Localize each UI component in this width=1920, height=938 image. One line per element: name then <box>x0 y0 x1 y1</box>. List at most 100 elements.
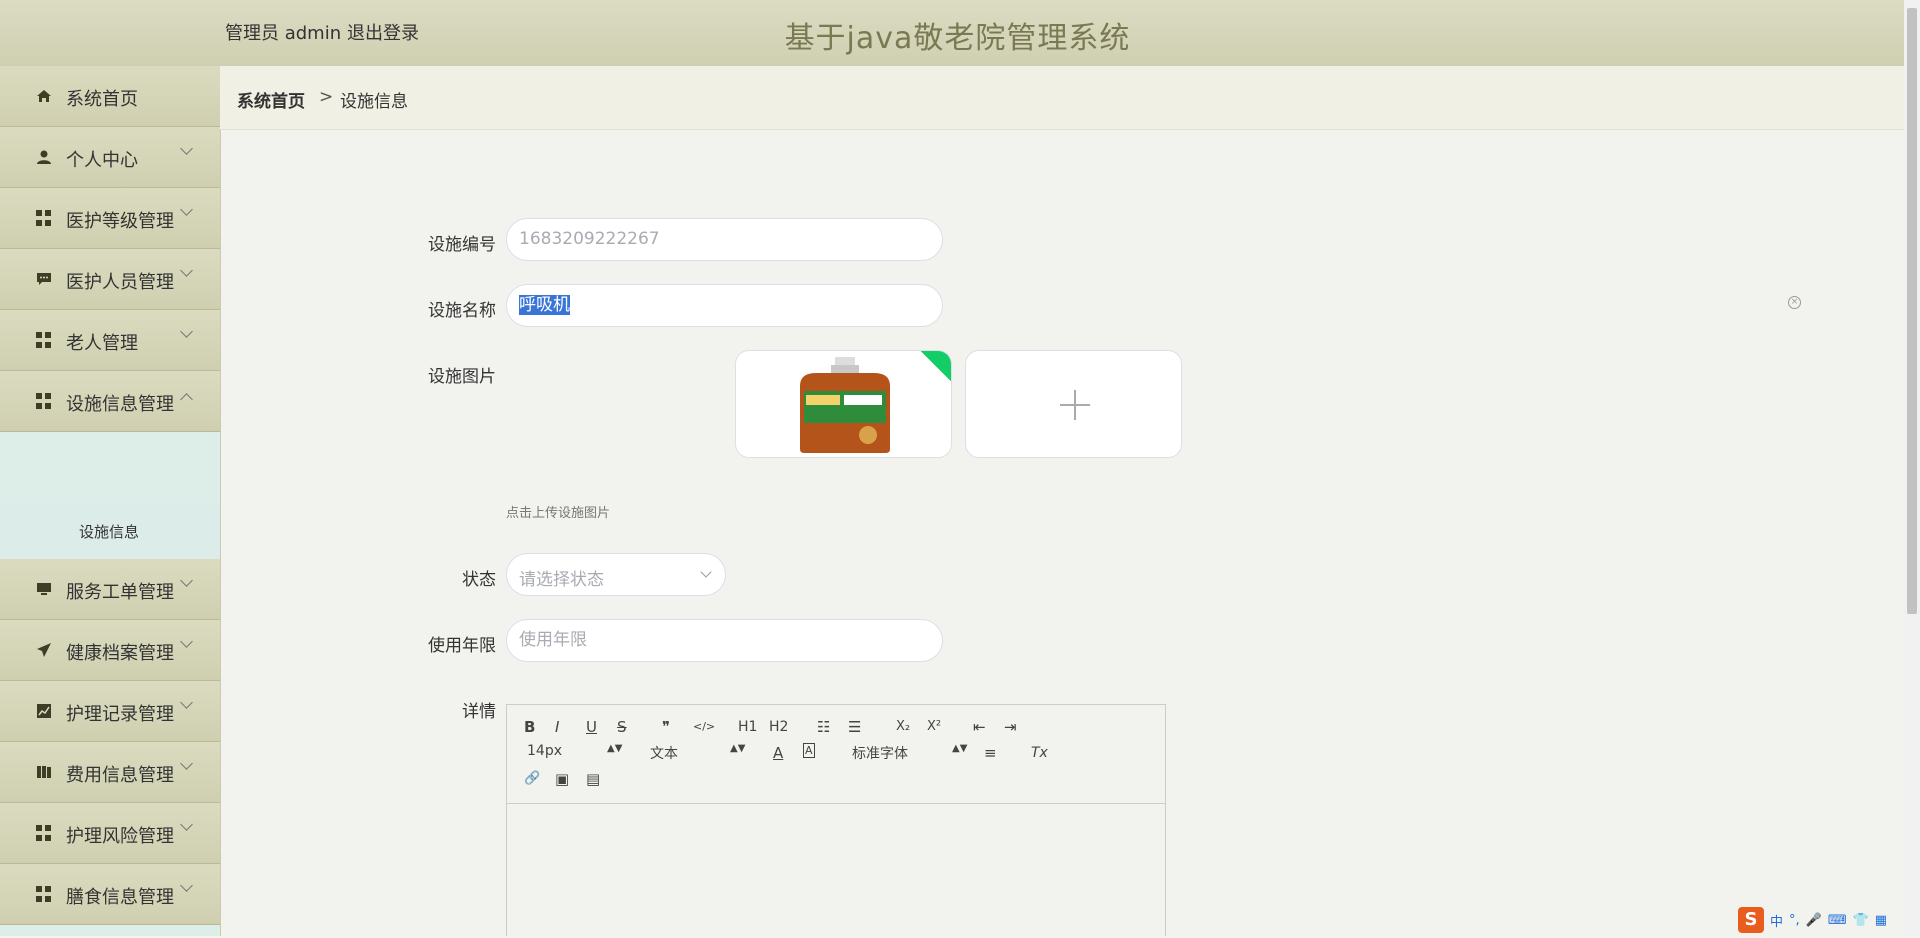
outdent-button[interactable]: ⇤ <box>973 717 986 737</box>
sidebar-item-work-order[interactable]: 服务工单管理 <box>0 559 220 620</box>
sidebar-item-label: 护理风险管理 <box>66 826 174 847</box>
breadcrumb-separator: > <box>319 87 334 107</box>
strike-button[interactable]: S <box>617 717 627 737</box>
select-arrows-icon: ▲▼ <box>952 743 968 754</box>
link-button[interactable]: 🔗 <box>524 769 540 789</box>
punctuation-icon[interactable]: °, <box>1789 913 1800 928</box>
chevron-down-icon <box>180 574 193 587</box>
sidebar-item-care-level[interactable]: 医护等级管理 <box>0 188 220 249</box>
blockquote-button[interactable]: ❞ <box>662 717 670 737</box>
sidebar-item-label: 费用信息管理 <box>66 765 174 786</box>
chevron-down-icon <box>180 818 193 831</box>
editor-content-area[interactable] <box>507 804 1165 938</box>
chevron-up-icon <box>180 393 193 406</box>
status-select[interactable]: 请选择状态 <box>506 553 726 596</box>
keyboard-icon[interactable]: ⌨ <box>1828 913 1847 928</box>
book-icon <box>36 764 52 780</box>
sidebar-item-label: 护理记录管理 <box>66 704 174 725</box>
ime-toolbar: S 中 °, 🎤 ⌨ 👕 ▦ <box>1738 906 1918 934</box>
sidebar-item-health-record[interactable]: 健康档案管理 <box>0 620 220 681</box>
sidebar-item-home[interactable]: 系统首页 <box>0 66 220 127</box>
scrollbar-thumb[interactable] <box>1907 8 1917 614</box>
indent-button[interactable]: ⇥ <box>1004 717 1017 737</box>
heading1-button[interactable]: H1 <box>738 717 757 737</box>
upload-add-button[interactable] <box>965 350 1182 458</box>
facility-code-input[interactable]: 1683209222267 <box>506 218 943 261</box>
ime-logo-icon[interactable]: S <box>1738 907 1764 933</box>
send-icon <box>36 642 52 658</box>
bullet-list-button[interactable]: ☰ <box>848 717 861 737</box>
facility-name-label: 设施名称 <box>428 301 496 321</box>
select-arrows-icon: ▲▼ <box>607 743 623 754</box>
align-button[interactable]: ≡ <box>984 743 997 763</box>
toolbox-icon[interactable]: ▦ <box>1875 913 1887 928</box>
select-arrows-icon: ▲▼ <box>730 743 746 754</box>
italic-button[interactable]: I <box>555 717 559 737</box>
breadcrumb: 系统首页 > 设施信息 <box>220 66 1910 130</box>
bold-button[interactable]: B <box>524 717 535 737</box>
sidebar-item-label: 个人中心 <box>66 150 138 171</box>
sidebar-item-fee[interactable]: 费用信息管理 <box>0 742 220 803</box>
service-years-label: 使用年限 <box>428 636 496 656</box>
font-family-value: 标准字体 <box>852 746 908 762</box>
sidebar-item-label: 健康档案管理 <box>66 643 174 664</box>
sidebar-item-profile[interactable]: 个人中心 <box>0 127 220 188</box>
upload-tip: 点击上传设施图片 <box>506 506 611 521</box>
code-block-button[interactable]: </> <box>693 717 715 737</box>
microphone-icon[interactable]: 🎤 <box>1806 913 1822 928</box>
status-label: 状态 <box>462 570 496 590</box>
close-icon[interactable]: × <box>1788 296 1801 309</box>
superscript-button[interactable]: X² <box>927 717 941 737</box>
clean-format-button[interactable]: Tx <box>1031 743 1048 763</box>
facility-name-input[interactable]: 呼吸机 <box>506 284 943 327</box>
header-select[interactable]: 文本 ▲▼ <box>650 743 746 762</box>
grid-icon <box>36 210 52 226</box>
sidebar-item-label: 老人管理 <box>66 333 138 354</box>
header-value: 文本 <box>650 746 678 762</box>
sidebar-item-label: 医护等级管理 <box>66 211 174 232</box>
chevron-down-icon <box>180 879 193 892</box>
chevron-down-icon <box>700 566 712 578</box>
ime-language[interactable]: 中 <box>1770 911 1783 930</box>
service-years-input[interactable]: 使用年限 <box>506 619 943 662</box>
page-scrollbar[interactable] <box>1904 0 1920 936</box>
top-header: 管理员 admin 退出登录 基于java敬老院管理系统 <box>0 0 1920 67</box>
chevron-down-icon <box>180 142 193 155</box>
heading2-button[interactable]: H2 <box>769 717 788 737</box>
sidebar-item-elderly[interactable]: 老人管理 <box>0 310 220 371</box>
image-button[interactable]: ▣ <box>555 769 569 789</box>
ordered-list-button[interactable]: ☷ <box>817 717 830 737</box>
sidebar-item-care-record[interactable]: 护理记录管理 <box>0 681 220 742</box>
sidebar-item-care-risk[interactable]: 护理风险管理 <box>0 803 220 864</box>
grid-icon <box>36 393 52 409</box>
background-color-button[interactable]: A <box>803 743 815 758</box>
underline-button[interactable]: U <box>586 717 597 737</box>
sidebar: 系统首页 个人中心 医护等级管理 医护人员管理 老人管理 设施信息管理 设施信息 <box>0 66 221 936</box>
font-size-select[interactable]: 14px ▲▼ <box>527 743 623 761</box>
font-size-value: 14px <box>527 743 562 759</box>
submenu-item-facility-info[interactable]: 设施信息 <box>0 503 220 559</box>
subscript-button[interactable]: X₂ <box>896 717 910 737</box>
chart-icon <box>36 703 52 719</box>
font-color-button[interactable]: A <box>773 743 783 763</box>
sidebar-item-staff[interactable]: 医护人员管理 <box>0 249 220 310</box>
chevron-down-icon <box>180 635 193 648</box>
sidebar-item-facility[interactable]: 设施信息管理 <box>0 371 220 432</box>
facility-name-value: 呼吸机 <box>519 295 570 315</box>
detail-label: 详情 <box>462 702 496 722</box>
video-button[interactable]: ▤ <box>586 769 600 789</box>
sidebar-item-label: 设施信息管理 <box>66 394 174 415</box>
sidebar-item-label: 系统首页 <box>66 89 138 110</box>
sidebar-item-meal[interactable]: 膳食信息管理 <box>0 864 220 925</box>
grid-icon <box>36 332 52 348</box>
sidebar-item-label: 膳食信息管理 <box>66 887 174 908</box>
font-family-select[interactable]: 标准字体 ▲▼ <box>852 743 968 762</box>
breadcrumb-home[interactable]: 系统首页 <box>237 87 305 112</box>
uploaded-image-card[interactable] <box>735 350 952 458</box>
rich-text-editor: B I U S ❞ </> H1 H2 ☷ ☰ X₂ X² ⇤ ⇥ 14px ▲… <box>506 704 1166 936</box>
facility-code-label: 设施编号 <box>428 235 496 255</box>
sidebar-item-label: 医护人员管理 <box>66 272 174 293</box>
skin-icon[interactable]: 👕 <box>1853 913 1869 928</box>
submenu-item-label: 设施信息 <box>79 523 140 541</box>
system-title: 基于java敬老院管理系统 <box>784 21 1131 56</box>
